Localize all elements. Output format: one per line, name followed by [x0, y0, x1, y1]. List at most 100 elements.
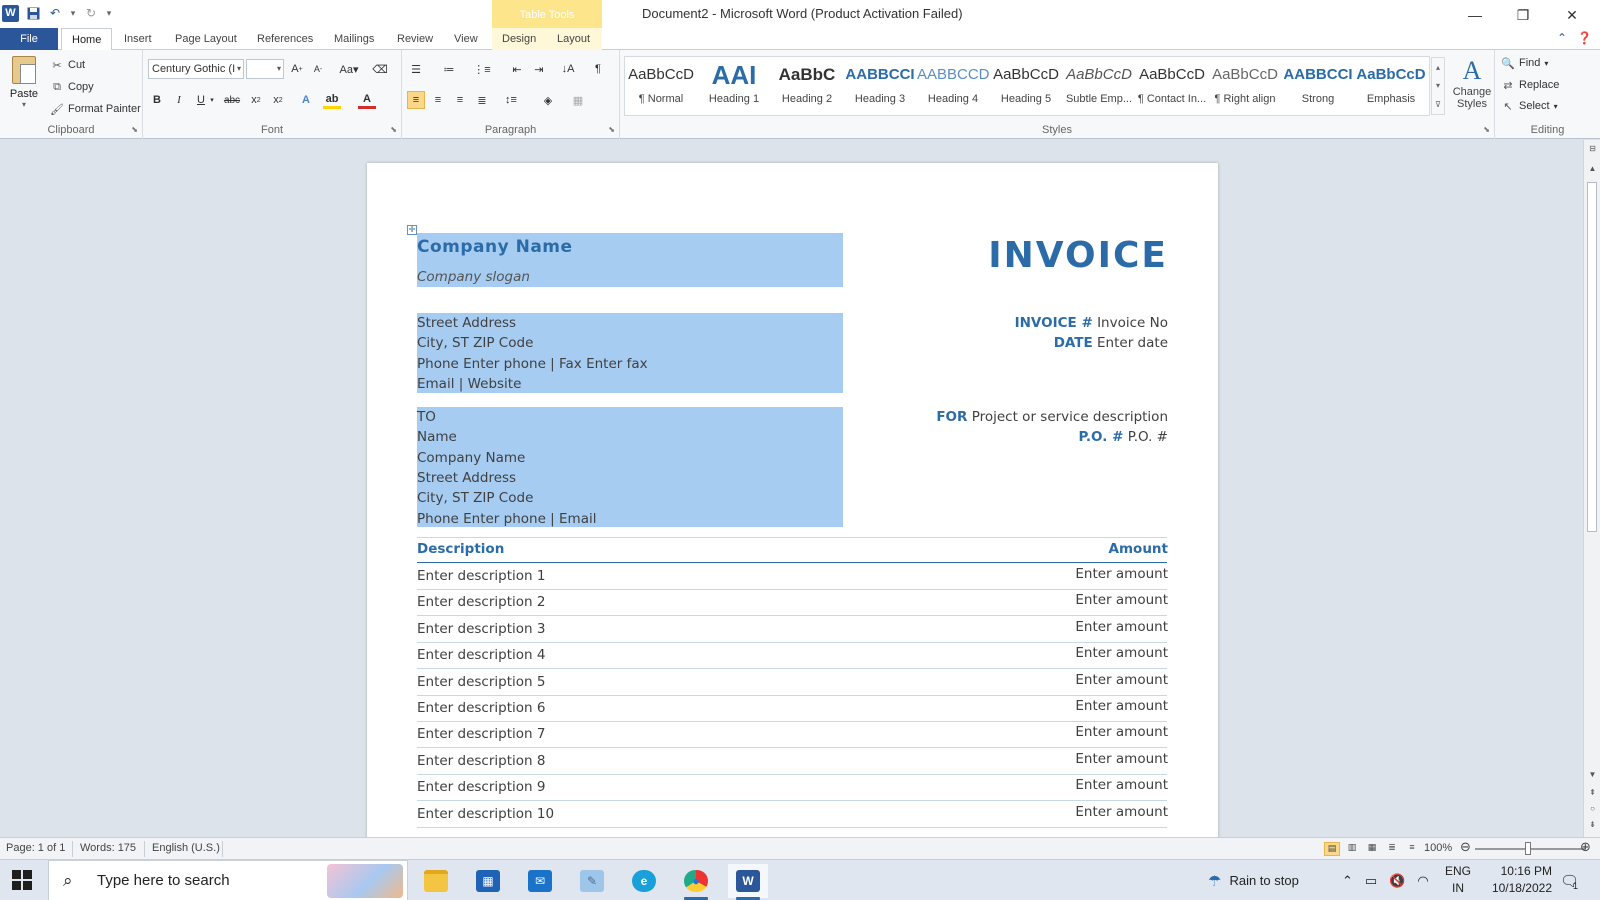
draft-icon[interactable]: ≡	[1404, 842, 1420, 856]
page-count[interactable]: Page: 1 of 1	[6, 842, 65, 854]
tab-review[interactable]: Review	[387, 28, 443, 50]
sort-icon[interactable]: ↓A	[559, 60, 577, 78]
date-value[interactable]: Enter date	[1097, 335, 1168, 351]
chevron-up-icon[interactable]: ⌃	[1342, 873, 1353, 889]
invoice-number-value[interactable]: Invoice No	[1097, 315, 1168, 331]
copy-button[interactable]: ⧉ Copy	[50, 78, 94, 96]
multilevel-list-icon[interactable]: ⋮≡	[473, 60, 491, 78]
cut-button[interactable]: ✂ Cut	[50, 56, 85, 74]
row-description[interactable]: Enter description 1	[417, 568, 545, 584]
taskbar-clock[interactable]: 10:16 PM 10/18/2022	[1492, 863, 1552, 897]
chevron-up-icon[interactable]: ▴	[1436, 63, 1440, 72]
tab-file[interactable]: File	[0, 28, 58, 50]
row-amount[interactable]: Enter amount	[1075, 672, 1168, 688]
more-styles-icon[interactable]: ⊽	[1435, 100, 1441, 109]
start-button[interactable]	[12, 870, 32, 890]
font-size-combo[interactable]: ▾	[246, 59, 284, 79]
font-name-combo[interactable]: Century Gothic (I ▾	[148, 59, 244, 79]
chrome-icon[interactable]: ●	[676, 864, 716, 900]
select-browse-object-icon[interactable]: ○	[1584, 804, 1600, 813]
select-button[interactable]: ↖ Select ▾	[1501, 97, 1557, 115]
style-heading-1[interactable]: AAI Heading 1	[698, 57, 770, 115]
tab-insert[interactable]: Insert	[114, 28, 162, 50]
row-description[interactable]: Enter description 3	[417, 621, 545, 637]
row-description[interactable]: Enter description 8	[417, 753, 545, 769]
for-value[interactable]: Project or service description	[972, 409, 1168, 425]
style-strong[interactable]: AABBCCI Strong	[1282, 57, 1354, 115]
replace-button[interactable]: ⇄ Replace	[1501, 76, 1559, 94]
row-amount[interactable]: Enter amount	[1075, 592, 1168, 608]
web-layout-icon[interactable]: ▦	[1364, 842, 1380, 856]
tab-home[interactable]: Home	[61, 28, 113, 51]
redo-icon[interactable]: ↻	[83, 5, 99, 21]
to-line[interactable]: TO	[417, 409, 436, 425]
shrink-font-icon[interactable]: A-	[309, 60, 327, 78]
row-description[interactable]: Enter description 10	[417, 806, 554, 822]
po-value[interactable]: P.O. #	[1128, 429, 1168, 445]
numbering-icon[interactable]: ≔	[440, 60, 458, 78]
show-formatting-marks-icon[interactable]: ¶	[589, 60, 607, 78]
word-taskbar-icon[interactable]: W	[728, 864, 768, 900]
address-line[interactable]: Street Address	[417, 315, 516, 331]
subscript-icon[interactable]: x2	[247, 91, 265, 109]
line-spacing-icon[interactable]: ↕≡	[502, 91, 520, 109]
vertical-scrollbar[interactable]: ⊟ ▲ ▼ ⇞ ○ ⇟	[1583, 140, 1600, 837]
paste-button[interactable]: Paste ▾	[6, 56, 42, 109]
to-line[interactable]: Name	[417, 429, 457, 445]
word-count[interactable]: Words: 175	[80, 842, 136, 854]
tab-design[interactable]: Design	[492, 28, 547, 50]
input-language[interactable]: ENG IN	[1445, 863, 1471, 897]
style-right-align[interactable]: AaBbCcD ¶ Right align	[1209, 57, 1281, 115]
print-layout-icon[interactable]: ▤	[1324, 842, 1340, 856]
row-amount[interactable]: Enter amount	[1075, 645, 1168, 661]
scroll-up-icon[interactable]: ▲	[1584, 164, 1600, 173]
text-effects-icon[interactable]: A	[297, 91, 315, 109]
tab-page-layout[interactable]: Page Layout	[165, 28, 247, 50]
outline-icon[interactable]: ≣	[1384, 842, 1400, 856]
address-line[interactable]: Phone Enter phone | Fax Enter fax	[417, 356, 648, 372]
bold-icon[interactable]: B	[148, 91, 166, 109]
zoom-slider-thumb[interactable]	[1525, 842, 1531, 855]
row-description[interactable]: Enter description 9	[417, 779, 545, 795]
taskbar-search[interactable]: ⌕ Type here to search	[48, 860, 408, 900]
superscript-icon[interactable]: x2	[269, 91, 287, 109]
align-right-icon[interactable]: ≡	[451, 91, 469, 109]
tab-view[interactable]: View	[444, 28, 488, 50]
company-name[interactable]: Company Name	[417, 237, 573, 257]
microsoft-store-icon[interactable]: ▦	[468, 864, 508, 898]
document-area[interactable]: ✛ Company Name Company slogan INVOICE St…	[0, 140, 1583, 837]
to-line[interactable]: Company Name	[417, 450, 525, 466]
row-amount[interactable]: Enter amount	[1075, 751, 1168, 767]
file-explorer-icon[interactable]	[416, 864, 456, 898]
row-amount[interactable]: Enter amount	[1075, 804, 1168, 820]
row-amount[interactable]: Enter amount	[1075, 619, 1168, 635]
word-app-icon[interactable]: W	[2, 4, 19, 22]
scroll-down-icon[interactable]: ▼	[1584, 770, 1600, 779]
row-description[interactable]: Enter description 2	[417, 594, 545, 610]
search-highlight-image[interactable]	[327, 864, 403, 898]
style-normal[interactable]: AaBbCcD ¶ Normal	[625, 57, 697, 115]
invoice-number-line[interactable]: INVOICE # Invoice No	[1015, 315, 1168, 331]
minimize-ribbon-icon[interactable]: ⌃	[1557, 31, 1567, 45]
italic-icon[interactable]: I	[170, 91, 188, 109]
help-icon[interactable]: ❓	[1577, 31, 1592, 45]
justify-icon[interactable]: ≣	[473, 91, 491, 109]
battery-icon[interactable]: ▭	[1365, 873, 1377, 889]
previous-page-icon[interactable]: ⇞	[1584, 788, 1600, 797]
highlight-color-icon[interactable]: ab	[323, 91, 341, 109]
row-amount[interactable]: Enter amount	[1075, 698, 1168, 714]
notification-button[interactable]: 🗨 1	[1560, 860, 1579, 900]
address-line[interactable]: City, ST ZIP Code	[417, 335, 533, 351]
wifi-icon[interactable]: ◠	[1417, 873, 1428, 889]
row-amount[interactable]: Enter amount	[1075, 566, 1168, 582]
clipboard-launcher-icon[interactable]: ⬊	[131, 125, 138, 134]
zoom-in-icon[interactable]: ⊕	[1580, 839, 1591, 855]
change-case-icon[interactable]: Aa▾	[336, 60, 362, 78]
borders-icon[interactable]: ▦	[569, 91, 587, 109]
next-page-icon[interactable]: ⇟	[1584, 820, 1600, 829]
align-center-icon[interactable]: ≡	[429, 91, 447, 109]
close-button[interactable]: ✕	[1549, 2, 1595, 28]
scrollbar-thumb[interactable]	[1587, 182, 1597, 532]
tab-mailings[interactable]: Mailings	[324, 28, 384, 50]
paragraph-launcher-icon[interactable]: ⬊	[608, 125, 615, 134]
